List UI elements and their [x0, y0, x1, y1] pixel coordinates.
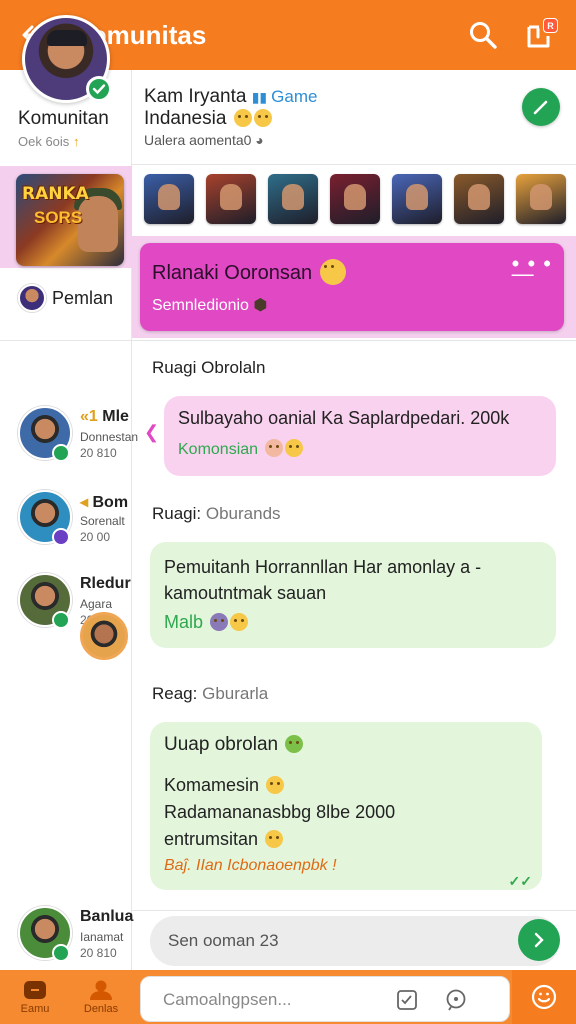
- face-emoji-icon: [284, 439, 303, 457]
- home-icon: [24, 981, 46, 999]
- message-text: Komamesin Radamananasbbg 8lbe 2000 entru…: [164, 775, 396, 849]
- players-avatar: [18, 284, 46, 312]
- message-text: Pemuitanh Horrannllan Har amonlay a - kam…: [164, 557, 482, 603]
- chat-bubble-icon[interactable]: [445, 988, 469, 1012]
- community-meta: Ualera aomenta0 ◕: [144, 132, 264, 148]
- nav-friends-label: Denlas: [83, 1003, 119, 1015]
- message-note: Baĵ. IIan Icbonaoenpbk !: [164, 857, 337, 874]
- nav-home[interactable]: Eamu: [4, 970, 66, 1024]
- chevron-right-icon: [534, 932, 544, 948]
- pinned-subtitle: Semnledionio ⬢: [152, 297, 268, 314]
- player-list-item[interactable]: ◂ Bom Sorenalt 20 00: [18, 490, 132, 552]
- pinned-message[interactable]: Rlanaki Ooronsan Semnledionio ⬢ • • • —: [140, 243, 564, 331]
- read-receipt-icon: ✓✓: [508, 873, 532, 889]
- message-reaction-line: Komonsian: [178, 439, 542, 459]
- player-role: Ianamat: [80, 930, 124, 944]
- face-emoji-icon: [265, 830, 284, 848]
- player-name: ◂ Bom: [80, 494, 129, 511]
- player-name: Banlua: [80, 908, 134, 925]
- more-options-icon[interactable]: • • • —: [512, 253, 552, 285]
- chat-message[interactable]: Uuap obrolan Komamesin Radamananasbbg 8l…: [150, 722, 542, 890]
- player-role: Agara: [80, 597, 113, 611]
- checkbox-icon[interactable]: [395, 988, 419, 1012]
- game-gallery-thumbnail[interactable]: [206, 174, 256, 224]
- player-name: «1 Mle: [80, 408, 129, 425]
- divider: [132, 164, 576, 165]
- player-time: 20 00: [80, 530, 111, 544]
- nav-home-label: Eamu: [20, 1003, 50, 1015]
- search-icon[interactable]: [464, 16, 502, 54]
- verified-check-icon: [86, 76, 112, 102]
- player-role: Sorenalt: [80, 514, 125, 528]
- shield-icon: ⬢: [253, 297, 268, 314]
- divider: [132, 910, 576, 911]
- player-time: 20 810: [80, 446, 117, 460]
- gamepad-icon: ▮▮: [251, 89, 268, 105]
- chat-message[interactable]: ❮ Sulbayaho oanial Ka Saplardpedari. 200…: [144, 396, 556, 476]
- chat-section-label: Reag: Gburarla: [152, 684, 269, 703]
- floating-avatar[interactable]: [80, 612, 128, 660]
- page-title: Komunitas: [72, 19, 207, 50]
- face-emoji-icon: [264, 439, 283, 457]
- face-emoji-icon: [266, 776, 285, 794]
- face-emoji-icon: [230, 613, 249, 631]
- profile-subtitle: Oek 6ois ↑: [18, 134, 80, 149]
- chat-section-label: Ruagi: Oburands: [152, 504, 281, 523]
- game-gallery-thumbnail[interactable]: [268, 174, 318, 224]
- neutral-emoji-icon: [319, 259, 346, 285]
- reply-field-text: Sen ooman 23: [168, 931, 279, 950]
- face-emoji-icon: [285, 735, 304, 753]
- pencil-icon: [533, 100, 548, 115]
- nav-friends[interactable]: Denlas: [70, 970, 132, 1024]
- status-dot-icon: [52, 611, 70, 629]
- message-text: Sulbayaho oanial Ka Saplardpedari. 200k: [178, 408, 510, 428]
- community-card: Kam Iryanta ▮▮ Game Indanesia Ualera aome…: [140, 70, 576, 162]
- players-header[interactable]: Pemlan: [18, 284, 113, 312]
- game-tag: Game: [271, 87, 318, 106]
- game-thumbnail-subtitle: SORS: [34, 208, 83, 227]
- heart-icon: ❮: [144, 422, 160, 442]
- player-list-item[interactable]: Banlua Ianamat 20 810: [18, 906, 134, 968]
- smile-icon: [531, 984, 557, 1010]
- people-icon: [90, 980, 112, 1000]
- game-thumbnail-title: RANKA: [22, 184, 89, 204]
- status-dot-icon: [52, 528, 70, 546]
- divider: [0, 340, 576, 341]
- game-gallery: [144, 174, 566, 224]
- notification-button[interactable]: R: [520, 16, 558, 54]
- globe-icon: ◕: [255, 132, 264, 148]
- game-gallery-thumbnail[interactable]: [392, 174, 442, 224]
- smile-emoji-icon: [233, 109, 252, 127]
- player-role: Donnestan: [80, 430, 139, 444]
- pinned-title: Rlanaki Ooronsan: [152, 259, 346, 285]
- message-title: Uuap obrolan: [164, 734, 528, 756]
- game-gallery-thumbnail[interactable]: [144, 174, 194, 224]
- message-input[interactable]: Camoalngpsen...: [140, 976, 510, 1022]
- game-gallery-thumbnail[interactable]: [454, 174, 504, 224]
- pin-icon: ↑: [72, 134, 80, 149]
- game-thumbnail[interactable]: RANKA SORS: [16, 174, 124, 266]
- edit-button[interactable]: [522, 88, 560, 126]
- profile-name: Komunitan: [18, 108, 109, 129]
- emoji-button[interactable]: [512, 970, 576, 1024]
- player-time: 20 810: [80, 946, 117, 960]
- chat-section-label: Ruagi Obrolaln: [152, 358, 266, 377]
- message-input-placeholder: Camoalngpsen...: [163, 990, 292, 1009]
- game-gallery-thumbnail[interactable]: [330, 174, 380, 224]
- message-reaction-line: Malb: [164, 612, 542, 633]
- face-emoji-icon: [210, 613, 229, 631]
- game-gallery-thumbnail[interactable]: [516, 174, 566, 224]
- player-list-item[interactable]: «1 Mle Donnestan 20 810: [18, 406, 138, 468]
- notification-badge: R: [543, 18, 558, 33]
- community-subtitle: Indanesia: [144, 108, 272, 130]
- community-title: Kam Iryanta ▮▮ Game: [144, 86, 318, 107]
- chat-message[interactable]: Pemuitanh Horrannllan Har amonlay a - kam…: [150, 542, 556, 648]
- players-label: Pemlan: [52, 287, 114, 308]
- status-dot-icon: [52, 444, 70, 462]
- player-name: Rledur: [80, 575, 131, 592]
- smile-emoji-icon: [253, 109, 272, 127]
- status-dot-icon: [52, 944, 70, 962]
- reply-field[interactable]: Sen ooman 23: [150, 916, 560, 966]
- send-button[interactable]: [518, 919, 560, 961]
